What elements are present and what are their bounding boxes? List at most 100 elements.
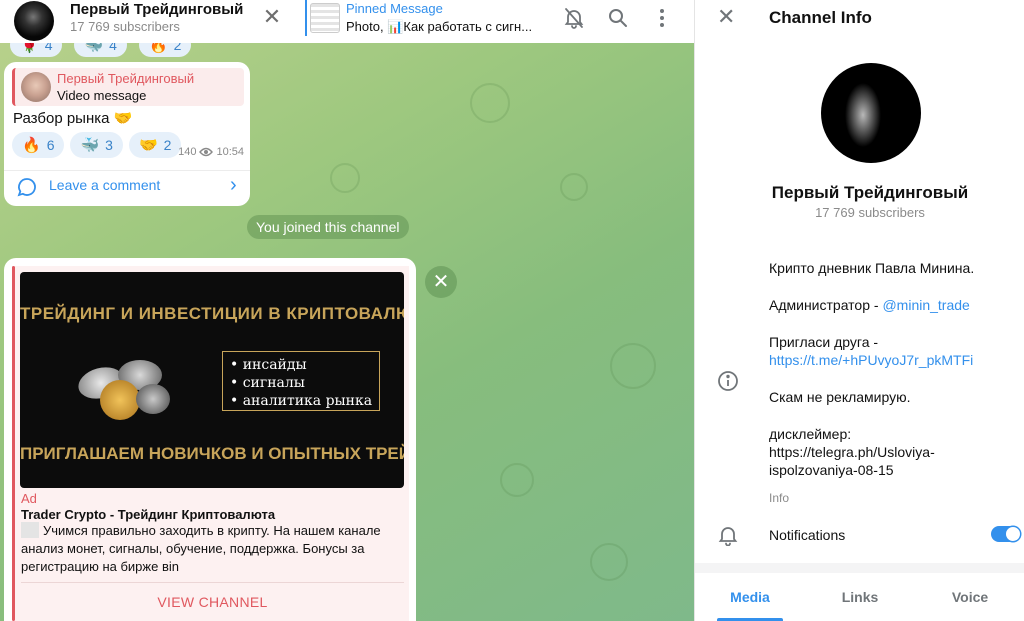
reaction-count: 2 xyxy=(163,137,172,153)
invite-prefix: Пригласи друга - xyxy=(769,334,879,350)
background-doodle xyxy=(330,163,360,193)
ad-body: Учимся правильно заходить в крипту. На н… xyxy=(21,522,389,576)
message-text: Разбор рынка 🤝 xyxy=(13,109,132,127)
info-caption: Info xyxy=(769,491,790,505)
pinned-text[interactable]: Photo, 📊Как работать с сигн... xyxy=(346,19,536,35)
leave-comment-link[interactable]: Leave a comment xyxy=(49,177,160,193)
view-channel-button[interactable]: VIEW CHANNEL xyxy=(21,594,404,610)
banner-title: ТРЕЙДИНГ И ИНВЕСТИЦИИ В КРИПТОВАЛЮТУ xyxy=(20,304,404,323)
reaction-chip[interactable]: 🐳 3 xyxy=(70,132,123,158)
tab-links[interactable]: Links xyxy=(805,573,915,621)
ad-divider xyxy=(21,582,404,583)
background-doodle xyxy=(610,343,656,389)
whale-reaction-icon: 🐳 xyxy=(84,43,104,54)
fire-reaction-icon: 🔥 xyxy=(148,43,168,54)
disclaimer-prefix: дисклеймер: xyxy=(769,426,852,442)
reply-thumbnail xyxy=(21,72,51,102)
background-doodle xyxy=(500,463,534,497)
previous-message-reactions: 🌹 4 🐳 4 🔥 2 xyxy=(10,43,192,59)
pinned-indicator xyxy=(305,0,307,36)
bitcoin-coin xyxy=(100,380,140,420)
reaction-count: 4 xyxy=(44,43,53,53)
ad-accent-stripe xyxy=(12,266,15,621)
reaction-chip[interactable]: 🐳 4 xyxy=(74,43,127,57)
close-ad-icon[interactable]: ✕ xyxy=(425,266,457,298)
message-reactions: 🔥 6 🐳 3 🤝 2 xyxy=(12,132,182,158)
handshake-reaction-icon: 🤝 xyxy=(138,137,158,154)
admin-link[interactable]: @minin_trade xyxy=(882,297,969,313)
reaction-chip[interactable]: 🤝 2 xyxy=(128,132,182,158)
disclaimer-link[interactable]: https://telegra.ph/Usloviya-ispolzovaniy… xyxy=(769,444,935,478)
description-line: Пригласи друга - https://t.me/+hPUvyoJ7r_… xyxy=(769,333,1009,369)
banner-feature-list: • инсайды • сигналы • аналитика рынка xyxy=(222,351,380,411)
channel-name: Первый Трейдинговый xyxy=(771,183,969,202)
background-doodle xyxy=(470,83,510,123)
reaction-count: 6 xyxy=(46,137,55,153)
tab-voice[interactable]: Voice xyxy=(915,573,1024,621)
notifications-toggle[interactable] xyxy=(991,526,1021,542)
banner-list-item: • сигналы xyxy=(230,375,305,391)
chat-header: Первый Трейдинговый 17 769 subscribers ✕… xyxy=(0,0,694,43)
comment-divider xyxy=(4,170,250,171)
chat-column: Первый Трейдинговый 17 769 subscribers ✕… xyxy=(0,0,694,621)
message-meta: 140 10:54 xyxy=(178,146,244,158)
chat-subscribers: 17 769 subscribers xyxy=(70,19,180,34)
admin-prefix: Администратор - xyxy=(769,297,883,313)
message-time: 10:54 xyxy=(216,146,244,158)
ad-label: Ad xyxy=(21,491,37,506)
banner-list-item: • инсайды xyxy=(230,357,307,373)
channel-avatar[interactable] xyxy=(14,1,54,41)
media-tabs: Media Links Voice xyxy=(695,573,1024,621)
sponsored-message[interactable]: ТРЕЙДИНГ И ИНВЕСТИЦИИ В КРИПТОВАЛЮТУ • и… xyxy=(4,258,416,621)
reaction-chip[interactable]: 🔥 6 xyxy=(12,132,65,158)
reaction-chip[interactable]: 🌹 4 xyxy=(10,43,63,57)
coin xyxy=(136,384,170,414)
mute-bell-icon[interactable] xyxy=(562,6,586,30)
ad-banner-image[interactable]: ТРЕЙДИНГ И ИНВЕСТИЦИИ В КРИПТОВАЛЮТУ • и… xyxy=(20,272,404,488)
bell-icon xyxy=(717,524,739,547)
comment-icon[interactable] xyxy=(16,176,38,198)
view-count: 140 xyxy=(178,146,197,158)
channel-profile-avatar[interactable] xyxy=(821,63,921,163)
more-menu-icon[interactable] xyxy=(650,6,674,30)
description-line: дисклеймер: https://telegra.ph/Usloviya-i… xyxy=(769,425,1009,479)
invite-link[interactable]: https://t.me/+hPUvyoJ7r_pkMTFi xyxy=(769,352,973,368)
message-bubble[interactable]: Первый Трейдинговый Video message Разбор… xyxy=(4,62,250,206)
message-text-content: Разбор рынка xyxy=(13,110,110,127)
chevron-right-icon[interactable]: › xyxy=(230,174,237,197)
info-circle-icon xyxy=(717,370,739,392)
pinned-thumbnail[interactable] xyxy=(310,3,340,33)
channel-subscribers: 17 769 subscribers xyxy=(815,205,925,220)
reaction-count: 2 xyxy=(173,43,182,53)
ad-inline-thumbnail xyxy=(21,522,39,538)
pinned-title[interactable]: Pinned Message xyxy=(346,1,443,16)
channel-description: Крипто дневник Павла Минина. Администрат… xyxy=(769,259,1009,498)
rose-reaction-icon: 🌹 xyxy=(20,43,39,54)
reaction-count: 4 xyxy=(109,43,117,53)
search-icon[interactable] xyxy=(606,6,630,30)
handshake-emoji-icon: 🤝 xyxy=(113,110,133,127)
close-chat-icon[interactable]: ✕ xyxy=(262,6,282,28)
ad-body-text: Учимся правильно заходить в крипту. На н… xyxy=(21,523,381,574)
background-doodle xyxy=(590,543,628,581)
section-separator xyxy=(695,563,1024,573)
banner-list-item: • аналитика рынка xyxy=(230,393,373,409)
chat-title[interactable]: Первый Трейдинговый xyxy=(70,1,243,18)
close-panel-icon[interactable]: ✕ xyxy=(717,5,735,29)
whale-reaction-icon: 🐳 xyxy=(80,137,100,154)
background-doodle xyxy=(560,173,588,201)
notifications-label[interactable]: Notifications xyxy=(769,527,845,543)
ad-title: Trader Crypto - Трейдинг Криптовалюта xyxy=(21,507,276,522)
tab-media[interactable]: Media xyxy=(695,573,805,621)
panel-title: Channel Info xyxy=(769,8,872,27)
description-line: Крипто дневник Павла Минина. xyxy=(769,260,975,276)
description-line: Администратор - @minin_trade xyxy=(769,296,1009,314)
reply-preview[interactable]: Первый Трейдинговый Video message xyxy=(12,68,244,106)
eye-icon xyxy=(199,147,214,157)
description-line: Скам не рекламирую. xyxy=(769,389,911,405)
reply-text: Video message xyxy=(57,88,147,103)
reaction-chip[interactable]: 🔥 2 xyxy=(138,43,192,57)
crypto-coins-image xyxy=(60,358,170,420)
banner-subtitle: ПРИГЛАШАЕМ НОВИЧКОВ И ОПЫТНЫХ ТРЕЙДЕРОВ xyxy=(20,444,404,463)
channel-info-panel: ✕ Channel Info Первый Трейдинговый 17 76… xyxy=(694,0,1024,621)
